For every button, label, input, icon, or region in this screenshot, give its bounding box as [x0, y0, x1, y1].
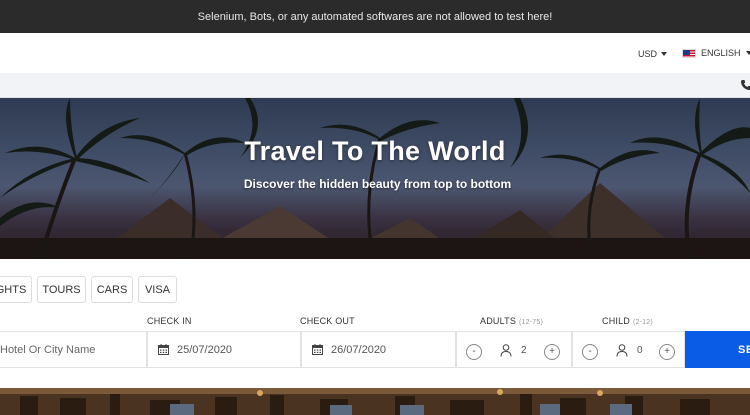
hotel-search-form: 25/07/2020 26/07/2020 - 2 + - 0 + SE	[0, 331, 750, 368]
checkout-field[interactable]: 26/07/2020	[301, 331, 456, 368]
adults-stepper: - 2 +	[456, 331, 572, 368]
warning-text: Selenium, Bots, or any automated softwar…	[197, 10, 553, 23]
adults-count: 2	[521, 345, 527, 356]
child-minus-button[interactable]: -	[582, 344, 598, 360]
tab-visa[interactable]: VISA	[138, 276, 177, 303]
adults-label-text: ADULTS	[480, 316, 517, 326]
adults-range: (12-75)	[519, 319, 544, 326]
navigation-bar	[0, 73, 750, 98]
child-stepper: - 0 +	[572, 331, 685, 368]
person-icon	[500, 344, 512, 357]
adults-minus-button[interactable]: -	[466, 344, 482, 360]
us-flag-icon	[682, 48, 696, 58]
chevron-down-icon	[661, 52, 668, 56]
calendar-icon	[312, 344, 323, 355]
person-icon	[616, 344, 628, 357]
currency-label: USD	[638, 49, 658, 59]
hotel-city-input[interactable]	[0, 343, 146, 356]
checkin-field[interactable]: 25/07/2020	[147, 331, 301, 368]
currency-dropdown[interactable]: USD	[638, 49, 668, 59]
search-button[interactable]: SE	[685, 331, 750, 368]
tab-tours[interactable]: TOURS	[37, 276, 86, 303]
child-range: (2-12)	[633, 319, 653, 326]
phone-icon[interactable]	[740, 79, 750, 91]
tab-cars[interactable]: CARS	[91, 276, 133, 303]
adults-label: ADULTS (12-75)	[480, 316, 543, 326]
featured-hotel-image	[0, 388, 750, 415]
automation-warning-banner: Selenium, Bots, or any automated softwar…	[0, 0, 750, 33]
checkin-value: 25/07/2020	[177, 343, 233, 356]
child-count: 0	[637, 345, 643, 356]
hotel-lobby-image	[0, 388, 750, 415]
top-header: USD ENGLISH	[0, 33, 750, 73]
child-plus-button[interactable]: +	[659, 344, 675, 360]
language-dropdown[interactable]: ENGLISH	[682, 48, 750, 58]
calendar-icon	[158, 344, 169, 355]
hero-title: Travel To The World	[244, 136, 506, 166]
checkin-label: CHECK IN	[147, 316, 192, 326]
checkout-value: 26/07/2020	[331, 343, 387, 356]
child-label: CHILD (2-12)	[602, 316, 653, 326]
hero-subtitle: Discover the hidden beauty from top to b…	[243, 177, 512, 191]
language-label: ENGLISH	[701, 48, 741, 58]
child-label-text: CHILD	[602, 316, 631, 326]
chevron-down-icon	[745, 51, 750, 55]
hotel-city-field[interactable]	[0, 331, 147, 368]
tab-flights[interactable]: GHTS	[0, 276, 32, 303]
adults-plus-button[interactable]: +	[544, 344, 560, 360]
checkout-label: CHECK OUT	[300, 316, 355, 326]
hero-banner: Travel To The World Discover the hidden …	[0, 98, 750, 259]
